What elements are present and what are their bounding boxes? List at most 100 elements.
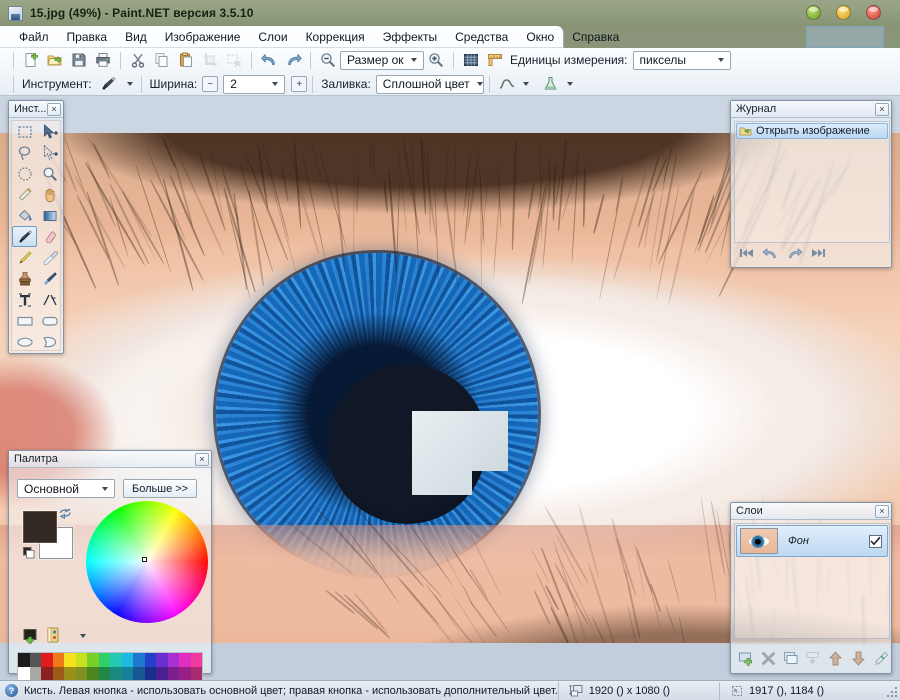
history-panel-titlebar[interactable]: Журнал × bbox=[731, 101, 891, 118]
eyedropper-icon[interactable] bbox=[37, 247, 62, 268]
history-list[interactable]: Открыть изображение bbox=[734, 121, 890, 243]
redo-arrow-icon[interactable] bbox=[282, 50, 304, 71]
clipboard-paste-icon[interactable] bbox=[175, 50, 197, 71]
minimize-button[interactable] bbox=[806, 5, 821, 20]
menu-item-image[interactable]: Изображение bbox=[156, 27, 250, 47]
swatch[interactable] bbox=[18, 653, 30, 667]
palette-chevron-down-icon[interactable] bbox=[80, 634, 86, 638]
lasso-icon[interactable] bbox=[12, 142, 37, 163]
palette-mode-combo[interactable]: Основной bbox=[17, 479, 115, 498]
swatch[interactable] bbox=[41, 653, 53, 667]
layers-panel-titlebar[interactable]: Слои × bbox=[731, 503, 891, 520]
swatch[interactable] bbox=[53, 653, 65, 667]
antialias-curve-icon[interactable] bbox=[496, 74, 518, 95]
zoom-level-combo[interactable]: Размер ок bbox=[340, 51, 424, 70]
paintbrush-tool[interactable] bbox=[12, 226, 37, 247]
swatch[interactable] bbox=[145, 653, 157, 667]
crop-icon[interactable] bbox=[199, 50, 221, 71]
antialias-chevron-down-icon[interactable] bbox=[523, 82, 529, 86]
reset-colors-icon[interactable] bbox=[23, 547, 36, 563]
paintbrush-icon[interactable] bbox=[98, 74, 120, 95]
close-icon[interactable]: × bbox=[875, 103, 889, 116]
deselect-icon[interactable] bbox=[223, 50, 245, 71]
rounded-rect-icon[interactable] bbox=[37, 310, 62, 331]
open-folder-icon[interactable] bbox=[44, 50, 66, 71]
menu-item-adjustments[interactable]: Коррекция bbox=[297, 27, 374, 47]
ellipse-shape-icon[interactable] bbox=[12, 331, 37, 352]
image-thumbnail-frame[interactable] bbox=[806, 26, 884, 48]
arrow-down-icon[interactable] bbox=[849, 649, 866, 667]
menu-item-help[interactable]: Справка bbox=[563, 27, 628, 47]
swatch[interactable] bbox=[168, 653, 180, 667]
rectangle-shape-icon[interactable] bbox=[12, 310, 37, 331]
resize-grip[interactable] bbox=[885, 683, 900, 699]
color-wheel[interactable] bbox=[86, 501, 208, 623]
paint-bucket-icon[interactable] bbox=[12, 205, 37, 226]
freeform-shape-icon[interactable] bbox=[37, 331, 62, 352]
maximize-button[interactable] bbox=[836, 5, 851, 20]
swap-colors-icon[interactable] bbox=[59, 509, 72, 524]
primary-color-swatch[interactable] bbox=[23, 511, 57, 543]
layer-visibility-checkbox[interactable] bbox=[869, 535, 882, 548]
delete-layer-x-icon[interactable] bbox=[760, 649, 777, 667]
rectangle-select-tool[interactable] bbox=[12, 121, 37, 142]
duplicate-layer-icon[interactable] bbox=[783, 649, 800, 667]
history-panel[interactable]: Журнал × Открыть изображение bbox=[730, 100, 892, 268]
magnifier-icon[interactable] bbox=[37, 163, 62, 184]
width-decrease-button[interactable]: − bbox=[202, 76, 218, 92]
title-bar[interactable]: 15.jpg (49%) - Paint.NET версия 3.5.10 bbox=[0, 0, 900, 26]
swatch[interactable] bbox=[110, 667, 122, 681]
menu-item-edit[interactable]: Правка bbox=[58, 27, 117, 47]
swatch[interactable] bbox=[53, 667, 65, 681]
close-icon[interactable]: × bbox=[195, 453, 209, 466]
swatch[interactable] bbox=[87, 653, 99, 667]
layer-list[interactable]: Фон bbox=[734, 523, 890, 639]
recolor-brush-icon[interactable] bbox=[37, 268, 62, 289]
redo-arrow-icon[interactable] bbox=[786, 247, 803, 262]
swatch[interactable] bbox=[99, 667, 111, 681]
list-item[interactable]: Фон bbox=[736, 525, 888, 557]
menu-item-effects[interactable]: Эффекты bbox=[374, 27, 447, 47]
undo-arrow-icon[interactable] bbox=[258, 50, 280, 71]
width-increase-button[interactable]: + bbox=[291, 76, 307, 92]
swatch[interactable] bbox=[179, 667, 191, 681]
menu-item-tools[interactable]: Средства bbox=[446, 27, 517, 47]
pencil-icon[interactable] bbox=[12, 247, 37, 268]
save-disk-icon[interactable] bbox=[68, 50, 90, 71]
tools-panel-titlebar[interactable]: Инст... × bbox=[9, 101, 63, 118]
swatch[interactable] bbox=[18, 667, 30, 681]
palette-panel-titlebar[interactable]: Палитра × bbox=[9, 451, 211, 468]
text-t-icon[interactable] bbox=[12, 289, 37, 310]
add-palette-color-icon[interactable] bbox=[23, 628, 41, 644]
swatch[interactable] bbox=[30, 667, 42, 681]
layer-properties-icon[interactable] bbox=[872, 649, 889, 667]
swatch[interactable] bbox=[64, 667, 76, 681]
layers-panel[interactable]: Слои × Фон bbox=[730, 502, 892, 674]
line-curve-icon[interactable] bbox=[37, 289, 62, 310]
menu-item-window[interactable]: Окно bbox=[517, 27, 563, 47]
width-combo[interactable]: 2 bbox=[223, 75, 285, 94]
swatch[interactable] bbox=[30, 653, 42, 667]
move-selection-icon[interactable] bbox=[37, 142, 62, 163]
move-arrow-icon[interactable] bbox=[37, 121, 62, 142]
swatch[interactable] bbox=[168, 667, 180, 681]
swatch[interactable] bbox=[122, 667, 134, 681]
menu-item-file[interactable]: Файл bbox=[10, 27, 58, 47]
swatch[interactable] bbox=[156, 667, 168, 681]
swatch[interactable] bbox=[99, 653, 111, 667]
swatch[interactable] bbox=[76, 653, 88, 667]
close-button[interactable] bbox=[866, 5, 881, 20]
palette-panel[interactable]: Палитра × Основной Больше >> bbox=[8, 450, 212, 674]
more-options-button[interactable]: Больше >> bbox=[123, 479, 197, 498]
new-document-icon[interactable] bbox=[20, 50, 42, 71]
hand-icon[interactable] bbox=[37, 184, 62, 205]
ruler-icon[interactable] bbox=[484, 50, 506, 71]
skip-forward-icon[interactable] bbox=[810, 247, 826, 262]
undo-arrow-icon[interactable] bbox=[762, 247, 779, 262]
swatch[interactable] bbox=[179, 653, 191, 667]
magic-wand-icon[interactable] bbox=[12, 184, 37, 205]
color-swatch-strip[interactable] bbox=[17, 652, 203, 682]
blend-chevron-down-icon[interactable] bbox=[567, 82, 573, 86]
palette-dropdown-icon[interactable] bbox=[47, 627, 67, 644]
units-combo[interactable]: пикселы bbox=[633, 51, 731, 70]
